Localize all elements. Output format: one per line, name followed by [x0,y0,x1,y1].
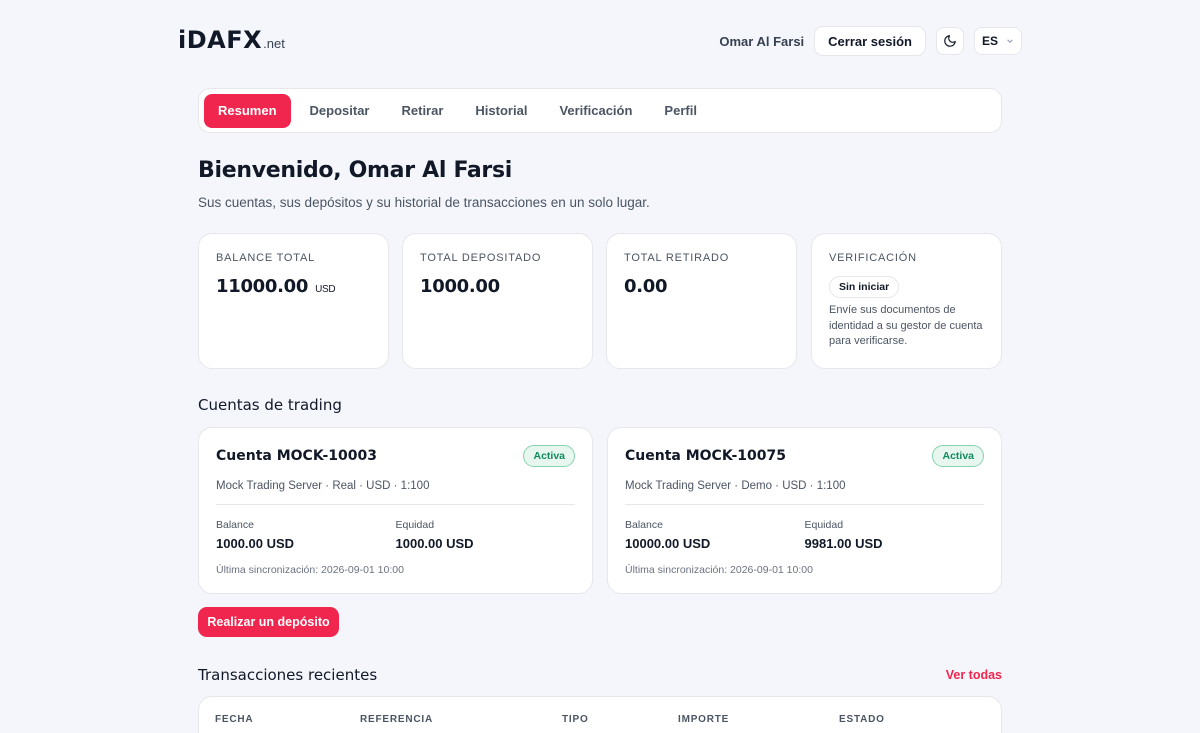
divider [216,504,575,505]
balance-label: Balance [625,519,663,531]
verification-text: Envíe sus documentos de identidad a su g… [829,304,983,347]
last-sync: Última sincronización: 2026-09-01 10:00 [216,564,404,576]
column-header-fecha[interactable]: FECHA [215,714,253,725]
stat-label: Total retirado [624,252,730,264]
balance-value: 1000.00 USD [216,536,295,551]
stat-label: Verificación [829,252,917,264]
stat-value: 1000.00 [420,276,500,297]
transactions-table: FECHA REFERENCIA TIPO IMPORTE ESTADO [198,696,1002,733]
column-header-tipo[interactable]: TIPO [562,714,589,725]
header-actions: Omar Al Farsi Cerrar sesión ES [719,26,1022,56]
header: iDAFX .net Omar Al Farsi Cerrar sesión E… [0,0,1200,80]
logout-button[interactable]: Cerrar sesión [814,26,926,56]
page-title: Bienvenido, Omar Al Farsi [198,158,513,183]
language-select[interactable]: ES [974,27,1022,55]
balance-value: 10000.00 USD [625,536,711,551]
column-header-referencia[interactable]: REFERENCIA [360,714,433,725]
status-badge: Sin iniciar [829,276,900,298]
tab-depositar[interactable]: Depositar [294,94,386,128]
equity-value: 1000.00 USD [395,536,474,551]
last-sync: Última sincronización: 2026-09-01 10:00 [625,564,813,576]
stat-card-verification: Verificación Sin iniciar Envíe sus docum… [811,233,1002,369]
status-badge: Activa [932,445,984,467]
logo-main: iDAFX [178,26,263,54]
moon-icon [944,35,956,47]
logo-domain: .net [263,36,285,51]
balance-value: 11000.00 [216,276,309,297]
stat-card-deposited: Total depositado 1000.00 [402,233,593,369]
account-card[interactable]: Cuenta MOCK-10003 Activa Mock Trading Se… [198,427,593,594]
page-subtitle: Sus cuentas, sus depósitos y su historia… [198,195,650,210]
tab-resumen[interactable]: Resumen [204,93,291,128]
balance-label: Balance [216,519,254,531]
transactions-section-title: Transacciones recientes [198,666,378,684]
equity-value: 9981.00 USD [804,536,883,551]
column-header-estado[interactable]: ESTADO [839,714,885,725]
stat-value: 0.00 [624,276,668,297]
chevron-down-icon [1007,39,1013,44]
main-nav: Resumen Depositar Retirar Historial Veri… [198,88,1002,133]
tab-historial[interactable]: Historial [459,94,543,128]
account-name: Cuenta MOCK-10075 [625,448,786,464]
balance-unit: USD [315,284,336,295]
equity-label: Equidad [395,519,435,531]
user-name: Omar Al Farsi [719,33,805,49]
tab-perfil[interactable]: Perfil [648,94,713,128]
status-badge: Activa [523,445,575,467]
stat-value: 11000.00 USD [216,276,371,297]
account-card[interactable]: Cuenta MOCK-10075 Activa Mock Trading Se… [607,427,1002,594]
account-name: Cuenta MOCK-10003 [216,448,377,464]
logo[interactable]: iDAFX .net [178,26,285,54]
accounts-section-title: Cuentas de trading [198,396,342,414]
stat-label: Total depositado [420,252,542,264]
column-header-importe[interactable]: IMPORTE [678,714,729,725]
tab-retirar[interactable]: Retirar [386,94,460,128]
view-all-link[interactable]: Ver todas [946,668,1002,682]
stat-label: Balance total [216,252,316,264]
account-meta: Mock Trading Server · Demo · USD · 1:100 [625,480,846,492]
theme-toggle-button[interactable] [936,27,964,55]
stat-card-withdrawn: Total retirado 0.00 [606,233,797,369]
divider [625,504,984,505]
account-meta: Mock Trading Server · Real · USD · 1:100 [216,480,430,492]
tab-verificacion[interactable]: Verificación [543,94,648,128]
equity-label: Equidad [804,519,844,531]
language-label: ES [981,34,998,48]
make-deposit-button[interactable]: Realizar un depósito [198,607,339,637]
stat-card-balance: Balance total 11000.00 USD [198,233,389,369]
